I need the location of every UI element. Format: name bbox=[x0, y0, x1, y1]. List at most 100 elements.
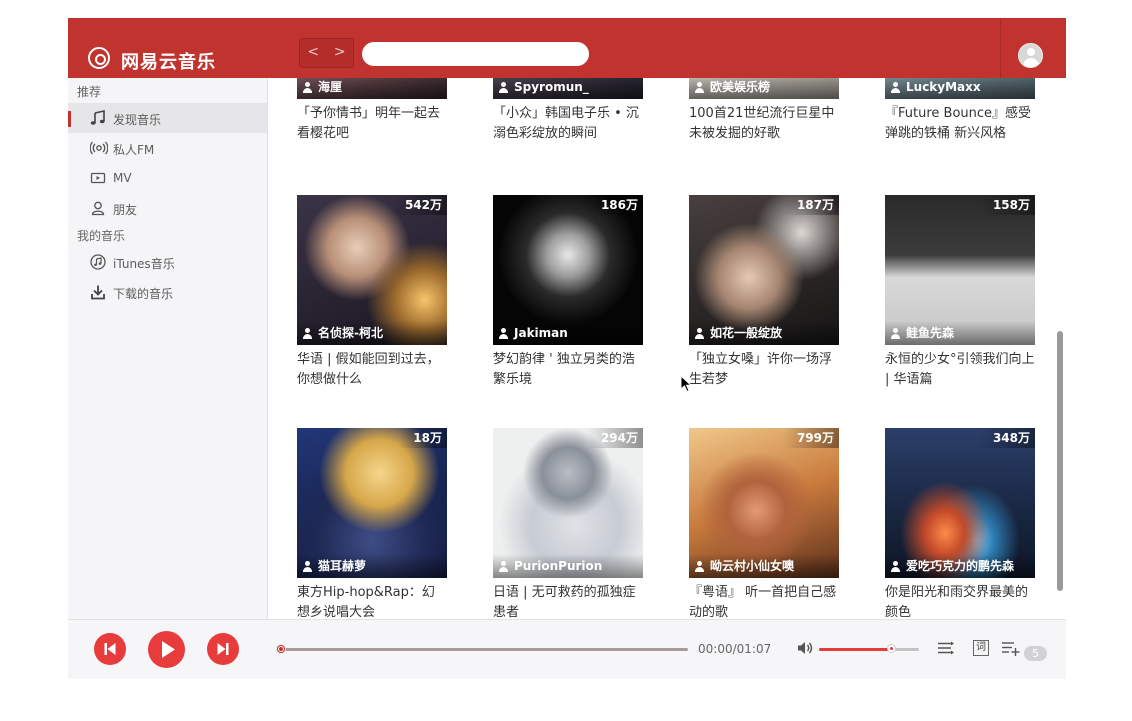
playlist-creator[interactable]: 海厘 bbox=[297, 78, 447, 99]
skip-previous-icon bbox=[104, 643, 116, 655]
playlist-cover[interactable]: 187万 如花一般绽放 bbox=[689, 195, 839, 345]
volume-fill bbox=[819, 648, 891, 651]
netease-logo-icon bbox=[88, 47, 110, 69]
volume-icon[interactable] bbox=[796, 640, 816, 656]
playlist-cover[interactable]: 欧美娱乐榜 bbox=[689, 78, 839, 99]
playlist-card[interactable]: 158万 鲑鱼先森 永恒的少女°引领我们向上 | 华语篇 bbox=[885, 195, 1035, 390]
playlist-cover[interactable]: 348万 爱吃巧克力的鹏先森 bbox=[885, 428, 1035, 578]
playlist-title[interactable]: 100首21世纪流行巨星中未被发掘的好歌 bbox=[689, 104, 839, 144]
user-icon bbox=[695, 82, 704, 93]
queue-count-badge: 5 bbox=[1024, 646, 1047, 661]
play-mode-button[interactable] bbox=[936, 639, 956, 657]
creator-name: 如花一般绽放 bbox=[710, 326, 783, 340]
app-window: 网易云音乐 < > 推荐 发现音乐 私人FM MV 朋友 我的音乐 iTunes… bbox=[68, 18, 1066, 679]
player-bar: 00:00/01:07 词 5 bbox=[68, 619, 1066, 679]
playlist-creator[interactable]: PurionPurion bbox=[493, 554, 643, 578]
sidebar-item-discover-music[interactable]: 发现音乐 bbox=[68, 103, 267, 133]
playlist-card[interactable]: Spyromun_ 「小众」韩国电子乐 • 沉溺色彩绽放的瞬间 bbox=[493, 78, 643, 144]
play-button[interactable] bbox=[148, 631, 185, 668]
playlist-creator[interactable]: 欧美娱乐榜 bbox=[689, 78, 839, 99]
playlist-card[interactable]: 18万 猫耳赫萝 東方Hip-hop&Rap：幻想乡说唱大会 bbox=[297, 428, 447, 619]
playlist-cover[interactable]: 294万 PurionPurion bbox=[493, 428, 643, 578]
playlist-creator[interactable]: Jakiman bbox=[493, 321, 643, 345]
playlist-title[interactable]: 华语 | 假如能回到过去，你想做什么 bbox=[297, 350, 447, 390]
sidebar-item-label: 私人FM bbox=[113, 143, 155, 157]
playlist-card[interactable]: 186万 Jakiman 梦幻韵律 ' 独立另类的浩繁乐境 bbox=[493, 195, 643, 390]
playlist-creator[interactable]: 爱吃巧克力的鹏先森 bbox=[885, 554, 1035, 578]
progress-bar[interactable] bbox=[277, 645, 688, 653]
user-avatar[interactable] bbox=[1018, 43, 1043, 68]
playlist-cover[interactable]: 海厘 bbox=[297, 78, 447, 99]
playlist-cover[interactable]: LuckyMaxx bbox=[885, 78, 1035, 99]
playlist-cover[interactable]: Spyromun_ bbox=[493, 78, 643, 99]
sidebar-item-label: MV bbox=[113, 171, 132, 185]
mouse-cursor-icon bbox=[680, 375, 692, 393]
volume-slider[interactable] bbox=[819, 644, 919, 653]
playlist-card[interactable]: 799万 呦云村小仙女噢 『粤语』 听一首把自己感动的歌 bbox=[689, 428, 839, 619]
history-nav: < > bbox=[299, 38, 354, 68]
content-scrollbar[interactable] bbox=[1057, 331, 1063, 591]
playlist-card[interactable]: 欧美娱乐榜 100首21世纪流行巨星中未被发掘的好歌 bbox=[689, 78, 839, 144]
playlist-queue-button[interactable] bbox=[1000, 639, 1020, 657]
search-input[interactable] bbox=[362, 42, 589, 66]
user-icon bbox=[499, 561, 508, 572]
playlist-creator[interactable]: 名侦探-柯北 bbox=[297, 321, 447, 345]
play-count: 348万 bbox=[978, 428, 1035, 448]
playlist-title[interactable]: 日语 | 无可救药的孤独症患者 bbox=[493, 583, 643, 619]
itunes-icon bbox=[90, 254, 106, 270]
playlist-creator[interactable]: Spyromun_ bbox=[493, 78, 643, 99]
sidebar-item-friends[interactable]: 朋友 bbox=[68, 193, 267, 223]
creator-name: Jakiman bbox=[514, 326, 568, 340]
sidebar-item-downloads[interactable]: 下载的音乐 bbox=[68, 277, 267, 307]
playlist-card[interactable]: 542万 名侦探-柯北 华语 | 假如能回到过去，你想做什么 bbox=[297, 195, 447, 390]
play-count: 18万 bbox=[399, 428, 447, 448]
playlist-title[interactable]: 梦幻韵律 ' 独立另类的浩繁乐境 bbox=[493, 350, 643, 390]
play-count: 186万 bbox=[586, 195, 643, 215]
playlist-card[interactable]: 海厘 「予你情书」明年一起去看樱花吧 bbox=[297, 78, 447, 144]
sidebar-item-label: iTunes音乐 bbox=[113, 257, 175, 271]
playlist-cover[interactable]: 799万 呦云村小仙女噢 bbox=[689, 428, 839, 578]
creator-name: LuckyMaxx bbox=[906, 80, 981, 94]
playlist-card[interactable]: LuckyMaxx 『Future Bounce』感受弹跳的铁桶 新兴风格 bbox=[885, 78, 1035, 144]
next-track-button[interactable] bbox=[207, 633, 239, 665]
user-icon bbox=[891, 328, 900, 339]
playlist-card[interactable]: 187万 如花一般绽放 「独立女嗓」许你一场浮生若梦 bbox=[689, 195, 839, 390]
sidebar-item-itunes[interactable]: iTunes音乐 bbox=[68, 247, 267, 277]
playlist-cover[interactable]: 542万 名侦探-柯北 bbox=[297, 195, 447, 345]
playlist-creator[interactable]: 如花一般绽放 bbox=[689, 321, 839, 345]
playlist-title[interactable]: 『粤语』 听一首把自己感动的歌 bbox=[689, 583, 839, 619]
playlist-title[interactable]: 『Future Bounce』感受弹跳的铁桶 新兴风格 bbox=[885, 104, 1035, 144]
sidebar-item-private-fm[interactable]: 私人FM bbox=[68, 133, 267, 163]
lyrics-button[interactable]: 词 bbox=[973, 640, 989, 656]
playlist-title[interactable]: 「予你情书」明年一起去看樱花吧 bbox=[297, 104, 447, 144]
playlist-creator[interactable]: 猫耳赫萝 bbox=[297, 554, 447, 578]
creator-name: 鲑鱼先森 bbox=[906, 326, 955, 340]
playlist-title[interactable]: 東方Hip-hop&Rap：幻想乡说唱大会 bbox=[297, 583, 447, 619]
playlist-creator[interactable]: LuckyMaxx bbox=[885, 78, 1035, 99]
creator-name: Spyromun_ bbox=[514, 80, 589, 94]
playlist-title[interactable]: 永恒的少女°引领我们向上 | 华语篇 bbox=[885, 350, 1035, 390]
sidebar-item-mv[interactable]: MV bbox=[68, 163, 267, 193]
app-title: 网易云音乐 bbox=[121, 52, 216, 73]
playlist-creator[interactable]: 呦云村小仙女噢 bbox=[689, 554, 839, 578]
creator-name: 猫耳赫萝 bbox=[318, 559, 367, 573]
playlist-cover[interactable]: 186万 Jakiman bbox=[493, 195, 643, 345]
playlist-cover[interactable]: 158万 鲑鱼先森 bbox=[885, 195, 1035, 345]
forward-button[interactable]: > bbox=[327, 39, 354, 67]
playlist-card[interactable]: 294万 PurionPurion 日语 | 无可救药的孤独症患者 bbox=[493, 428, 643, 619]
playlist-creator[interactable]: 鲑鱼先森 bbox=[885, 321, 1035, 345]
time-display: 00:00/01:07 bbox=[698, 642, 772, 656]
playlist-cover[interactable]: 18万 猫耳赫萝 bbox=[297, 428, 447, 578]
user-icon bbox=[695, 328, 704, 339]
progress-knob[interactable] bbox=[277, 645, 285, 653]
playlist-grid: 海厘 「予你情书」明年一起去看樱花吧 Spyromun_ 「小众」韩国电子乐 •… bbox=[268, 78, 1066, 619]
volume-knob[interactable] bbox=[887, 644, 896, 653]
back-button[interactable]: < bbox=[300, 39, 327, 67]
playlist-card[interactable]: 348万 爱吃巧克力的鹏先森 你是阳光和雨交界最美的颜色 bbox=[885, 428, 1035, 619]
skip-next-icon bbox=[217, 643, 229, 655]
playlist-title[interactable]: 「独立女嗓」许你一场浮生若梦 bbox=[689, 350, 839, 390]
playlist-title[interactable]: 你是阳光和雨交界最美的颜色 bbox=[885, 583, 1035, 619]
previous-track-button[interactable] bbox=[94, 633, 126, 665]
play-count: 799万 bbox=[782, 428, 839, 448]
playlist-title[interactable]: 「小众」韩国电子乐 • 沉溺色彩绽放的瞬间 bbox=[493, 104, 643, 144]
